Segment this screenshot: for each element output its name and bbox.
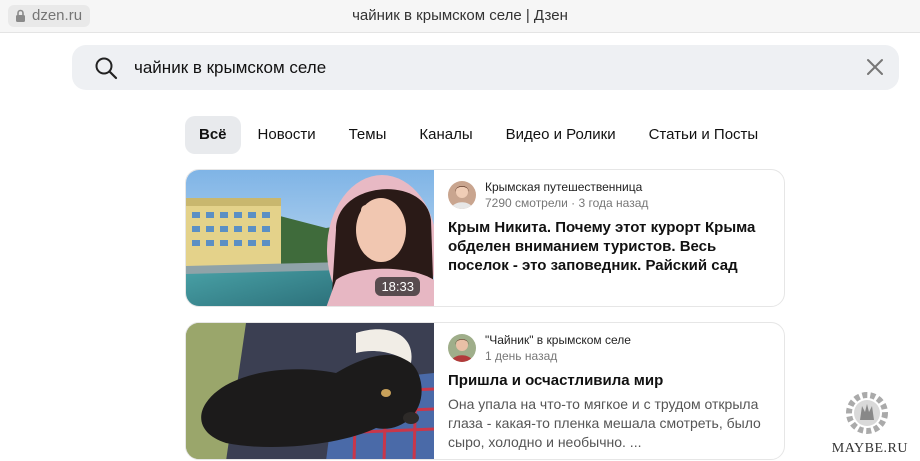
tab-topics[interactable]: Темы (333, 116, 403, 154)
tab-articles[interactable]: Статьи и Посты (633, 116, 775, 154)
watermark-text: MAYBE.RU (831, 441, 908, 456)
tab-channels[interactable]: Каналы (403, 116, 488, 154)
thumbnail-image (186, 323, 434, 459)
result-title[interactable]: Пришла и осчастливила мир (448, 371, 778, 390)
channel-row[interactable]: Крымская путешественница 7290 смотрели ·… (448, 180, 778, 210)
channel-name[interactable]: "Чайник" в крымском селе (485, 333, 631, 347)
close-icon[interactable] (865, 57, 885, 77)
filter-tabs: Всё Новости Темы Каналы Видео и Ролики С… (185, 116, 775, 154)
result-card[interactable]: 18:33 Крымская путешественница 7290 смот… (185, 169, 785, 307)
article-thumbnail[interactable] (186, 323, 434, 459)
avatar[interactable] (448, 334, 476, 362)
result-meta: 1 день назад (485, 349, 558, 363)
dzen-search-page: dzen.ru чайник в крымском селе | Дзен ча… (0, 0, 920, 461)
result-card[interactable]: "Чайник" в крымском селе 1 день назад Пр… (185, 322, 785, 460)
video-thumbnail[interactable]: 18:33 (186, 170, 434, 306)
channel-name[interactable]: Крымская путешественница (485, 180, 642, 194)
avatar[interactable] (448, 181, 476, 209)
result-description[interactable]: Она упала на что-то мягкое и с трудом от… (448, 395, 778, 452)
tab-videos[interactable]: Видео и Ролики (490, 116, 632, 154)
search-bar: чайник в крымском селе (72, 45, 899, 90)
tab-news[interactable]: Новости (242, 116, 332, 154)
result-info: Крымская путешественница 7290 смотрели ·… (448, 180, 778, 275)
video-duration: 18:33 (375, 277, 420, 296)
search-input[interactable]: чайник в крымском селе (134, 45, 814, 90)
tab-all[interactable]: Всё (185, 116, 241, 154)
browser-top-bar: dzen.ru чайник в крымском селе | Дзен (0, 0, 920, 33)
watermark-logo-icon (846, 392, 888, 434)
result-info: "Чайник" в крымском селе 1 день назад Пр… (448, 333, 778, 452)
page-title: чайник в крымском селе | Дзен (352, 7, 568, 24)
channel-row[interactable]: "Чайник" в крымском селе 1 день назад (448, 333, 778, 363)
watermark: MAYBE.RU (802, 386, 912, 461)
result-title[interactable]: Крым Никита. Почему этот курорт Крыма об… (448, 218, 778, 275)
result-meta: 7290 смотрели · 3 года назад (485, 196, 649, 210)
search-icon[interactable] (94, 56, 118, 80)
